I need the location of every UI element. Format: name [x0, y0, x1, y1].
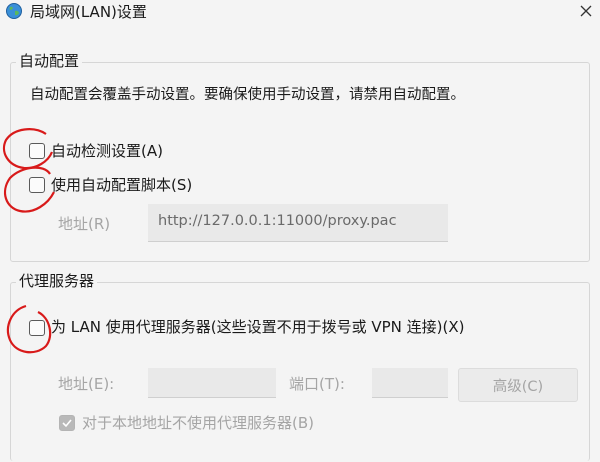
close-icon [580, 5, 592, 17]
close-button[interactable] [572, 0, 600, 22]
advanced-button[interactable]: 高级(C) [458, 368, 578, 402]
script-address-field[interactable]: http://127.0.0.1:11000/proxy.pac [148, 204, 448, 242]
use-proxy-label[interactable]: 为 LAN 使用代理服务器(这些设置不用于拨号或 VPN 连接)(X) [51, 317, 464, 337]
checkmark-icon [62, 419, 72, 428]
proxy-address-label: 地址(E): [58, 375, 115, 393]
window-title: 局域网(LAN)设置 [30, 3, 147, 21]
auto-config-description: 自动配置会覆盖手动设置。要确保使用手动设置，请禁用自动配置。 [30, 87, 465, 103]
auto-script-checkbox[interactable] [29, 177, 45, 193]
proxy-legend: 代理服务器 [16, 272, 98, 290]
auto-config-legend: 自动配置 [16, 52, 83, 70]
globe-icon [6, 3, 22, 19]
proxy-address-field[interactable] [148, 368, 276, 398]
bypass-local-label[interactable]: 对于本地地址不使用代理服务器(B) [82, 413, 314, 433]
auto-detect-checkbox[interactable] [29, 143, 45, 159]
proxy-port-label: 端口(T): [289, 375, 345, 393]
auto-script-label[interactable]: 使用自动配置脚本(S) [51, 175, 192, 195]
auto-detect-label[interactable]: 自动检测设置(A) [51, 141, 163, 161]
use-proxy-checkbox[interactable] [29, 320, 45, 336]
title-bar: 局域网(LAN)设置 [0, 0, 600, 34]
proxy-port-field[interactable] [372, 368, 448, 398]
script-address-label: 地址(R) [58, 215, 111, 233]
bypass-local-checkbox[interactable] [59, 415, 75, 431]
